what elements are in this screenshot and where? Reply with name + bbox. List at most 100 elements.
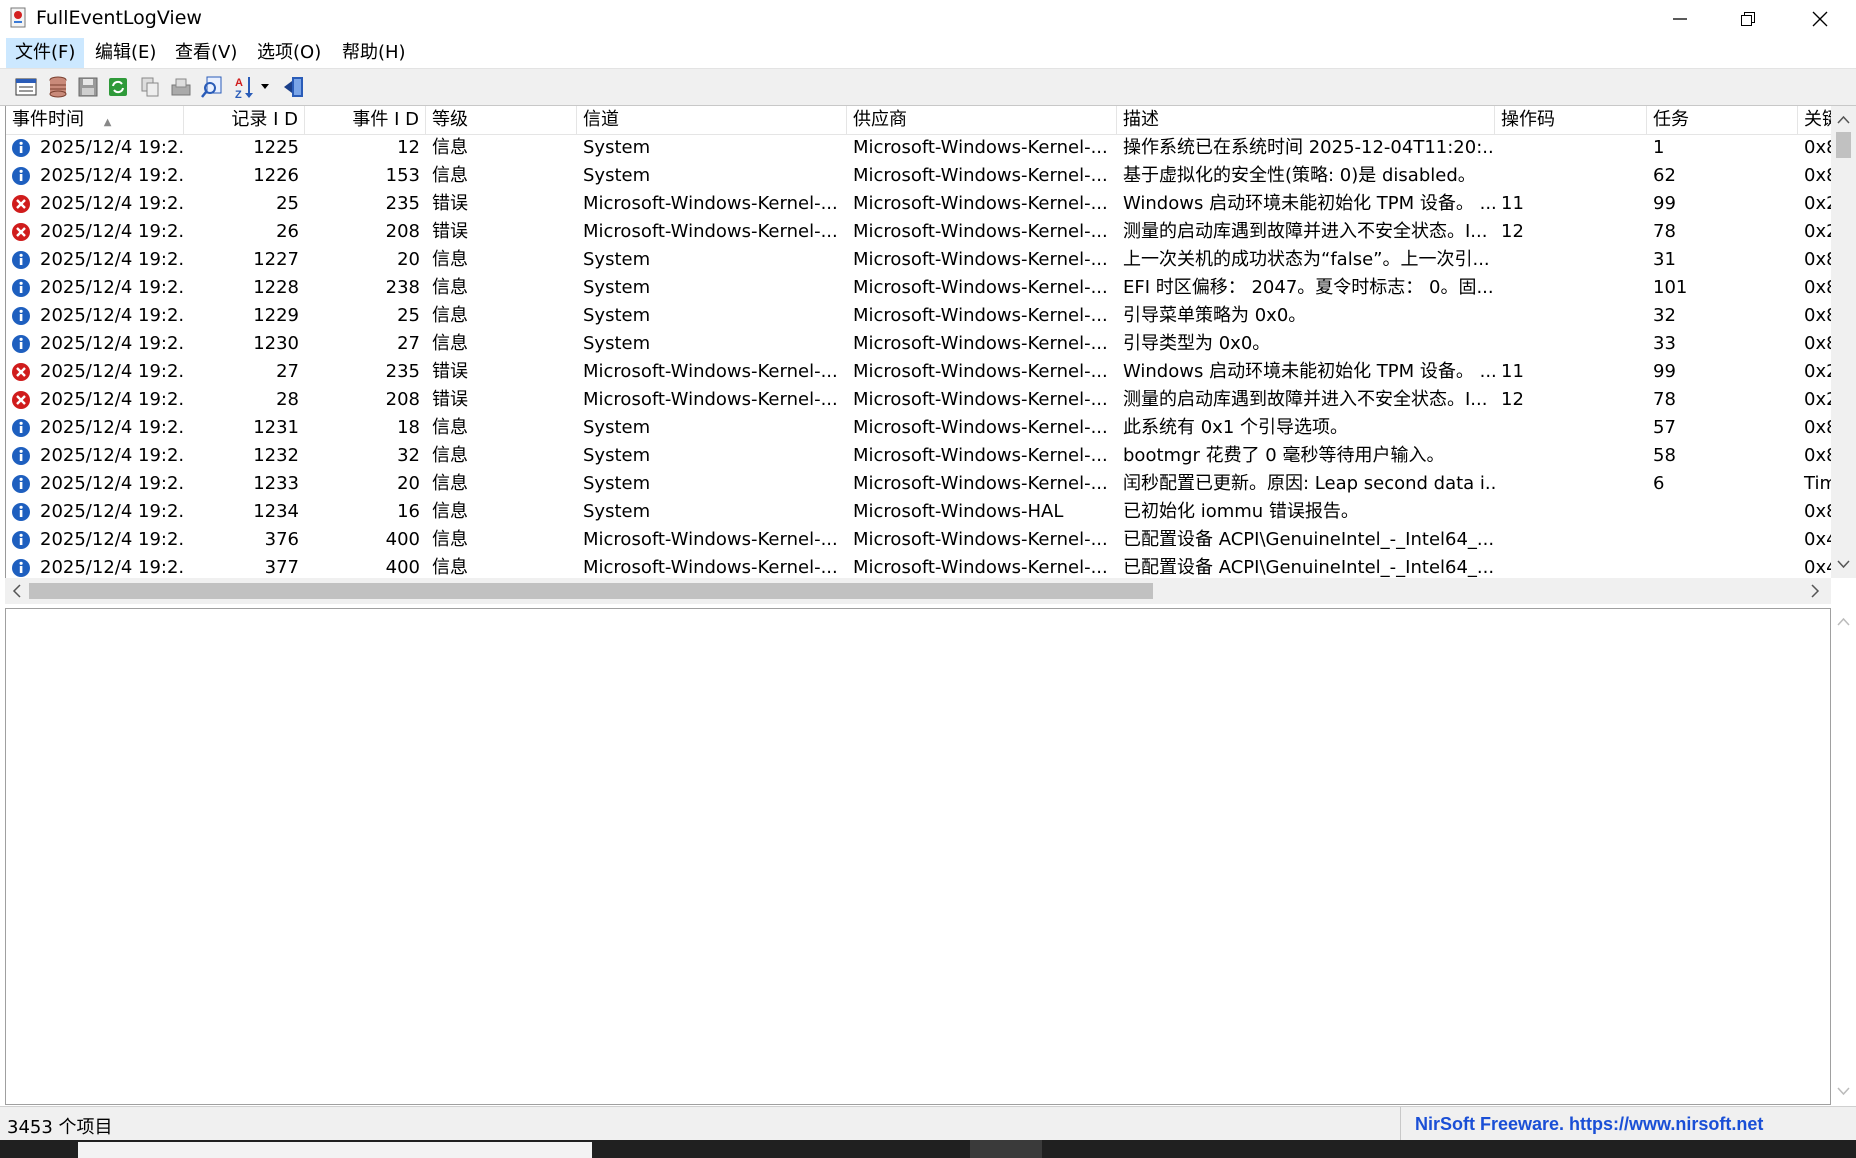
cell-event-id: 20 <box>397 473 420 494</box>
table-row[interactable]: 2025/12/4 19:2... 28 208 错误 Microsoft-Window… <box>6 386 1832 414</box>
save-button[interactable] <box>75 74 101 100</box>
cell-level: 信息 <box>432 445 468 466</box>
cell-channel: System <box>583 249 651 270</box>
cell-description: 此系统有 0x1 个引导选项。 <box>1123 417 1348 438</box>
column-header-level[interactable]: 等级 <box>426 106 577 134</box>
detail-scroll-down-icon[interactable] <box>1831 1081 1856 1101</box>
detail-vertical-scrollbar[interactable] <box>1831 608 1856 1105</box>
cell-keywords: 0x8 <box>1804 165 1832 186</box>
cell-channel: System <box>583 333 651 354</box>
table-row[interactable]: 2025/12/4 19:2... 1230 27 信息 System Microsoft… <box>6 330 1832 358</box>
table-row[interactable]: 2025/12/4 19:2... 1231 18 信息 System Microsoft… <box>6 414 1832 442</box>
event-detail-pane[interactable] <box>5 608 1831 1105</box>
cell-task: 1 <box>1653 137 1665 158</box>
table-row[interactable]: 2025/12/4 19:2... 1228 238 信息 System Microsof… <box>6 274 1832 302</box>
cell-event-id: 20 <box>397 249 420 270</box>
column-header-provider[interactable]: 供应商 <box>847 106 1117 134</box>
table-row[interactable]: 2025/12/4 19:2... 1229 25 信息 System Microsoft… <box>6 302 1832 330</box>
restore-button[interactable] <box>1714 0 1782 38</box>
data-source-button[interactable] <box>45 74 71 100</box>
menu-edit[interactable]: 编辑(E) <box>86 38 165 68</box>
list-vertical-scrollbar[interactable] <box>1831 106 1856 578</box>
table-row[interactable]: 2025/12/4 19:2... 1225 12 信息 System Microsoft… <box>6 134 1832 162</box>
cell-task: 6 <box>1653 473 1665 494</box>
menu-help[interactable]: 帮助(H) <box>333 38 415 68</box>
list-horizontal-scrollbar[interactable] <box>5 578 1831 604</box>
column-header-keywords[interactable]: 关键 <box>1798 106 1832 134</box>
menu-file[interactable]: 文件(F) <box>6 38 85 68</box>
cell-provider: Microsoft-Windows-Kernel-... <box>853 277 1108 298</box>
column-label-event-time: 事件时间 <box>12 109 84 130</box>
export-button[interactable] <box>168 74 194 100</box>
column-header-event-time[interactable]: 事件时间 ▲ <box>6 106 184 134</box>
table-row[interactable]: 2025/12/4 19:2... 1226 153 信息 System Microsof… <box>6 162 1832 190</box>
table-row[interactable]: 2025/12/4 19:2... 1227 20 信息 System Microsoft… <box>6 246 1832 274</box>
table-row[interactable]: 2025/12/4 19:2... 27 235 错误 Microsoft-Window… <box>6 358 1832 386</box>
cell-record-id: 1233 <box>253 473 299 494</box>
cell-time: 2025/12/4 19:2... <box>40 333 184 354</box>
cell-provider: Microsoft-Windows-Kernel-... <box>853 249 1108 270</box>
column-header-record-id[interactable]: 记录 I D <box>184 106 305 134</box>
cell-channel: System <box>583 277 651 298</box>
cell-task: 78 <box>1653 389 1676 410</box>
table-row[interactable]: 2025/12/4 19:2... 1234 16 信息 System Microsoft… <box>6 498 1832 526</box>
refresh-button[interactable] <box>105 74 131 100</box>
properties-button[interactable] <box>13 74 39 100</box>
sort-button[interactable]: AZ <box>232 74 276 100</box>
cell-opcode <box>1495 414 1647 442</box>
detail-scroll-up-icon[interactable] <box>1831 612 1856 632</box>
exit-button[interactable] <box>281 74 307 100</box>
cell-time: 2025/12/4 19:2... <box>40 361 184 382</box>
cell-level: 错误 <box>432 221 468 242</box>
scroll-up-icon[interactable] <box>1831 110 1856 130</box>
cell-opcode: 11 <box>1501 193 1524 214</box>
scroll-down-icon[interactable] <box>1831 554 1856 574</box>
column-header-event-id[interactable]: 事件 I D <box>305 106 426 134</box>
cell-task <box>1647 554 1798 578</box>
cell-keywords: 0x8 <box>1804 137 1832 158</box>
find-button[interactable] <box>199 74 225 100</box>
menu-options[interactable]: 选项(O) <box>248 38 330 68</box>
cell-event-id: 32 <box>397 445 420 466</box>
table-row[interactable]: 2025/12/4 19:2... 1233 20 信息 System Microsoft… <box>6 470 1832 498</box>
event-list[interactable]: 事件时间 ▲ 记录 I D 事件 I D 等级 信道 供应商 描述 操作码 任务… <box>5 106 1832 578</box>
cell-provider: Microsoft-Windows-Kernel-... <box>853 333 1108 354</box>
column-header-task[interactable]: 任务 <box>1647 106 1798 134</box>
scroll-left-icon[interactable] <box>7 578 27 604</box>
cell-opcode <box>1495 442 1647 470</box>
menu-view[interactable]: 查看(V) <box>166 38 246 68</box>
cell-time: 2025/12/4 19:2... <box>40 277 184 298</box>
copy-button[interactable] <box>137 74 163 100</box>
cell-record-id: 1229 <box>253 305 299 326</box>
cell-level: 信息 <box>432 529 468 550</box>
table-row[interactable]: 2025/12/4 19:2... 376 400 信息 Microsoft-Windo… <box>6 526 1832 554</box>
nirsoft-link[interactable]: NirSoft Freeware. https://www.nirsoft.ne… <box>1400 1107 1856 1141</box>
cell-record-id: 1225 <box>253 137 299 158</box>
taskbar-search-box[interactable] <box>78 1142 592 1158</box>
close-button[interactable] <box>1786 0 1854 38</box>
cell-level: 信息 <box>432 501 468 522</box>
list-horizontal-scroll-thumb[interactable] <box>29 583 1153 599</box>
cell-opcode: 12 <box>1501 221 1524 242</box>
taskbar-active-app[interactable] <box>970 1140 1042 1158</box>
table-row[interactable]: 2025/12/4 19:2... 377 400 信息 Microsoft-Windo… <box>6 554 1832 578</box>
scroll-right-icon[interactable] <box>1805 578 1825 604</box>
minimize-button[interactable] <box>1646 0 1714 38</box>
cell-time: 2025/12/4 19:2... <box>40 193 184 214</box>
cell-provider: Microsoft-Windows-Kernel-... <box>853 445 1108 466</box>
column-header-channel[interactable]: 信道 <box>577 106 847 134</box>
cell-task: 62 <box>1653 165 1676 186</box>
cell-level: 信息 <box>432 333 468 354</box>
table-row[interactable]: 2025/12/4 19:2... 26 208 错误 Microsoft-Window… <box>6 218 1832 246</box>
cell-opcode <box>1495 274 1647 302</box>
table-row[interactable]: 2025/12/4 19:2... 25 235 错误 Microsoft-Window… <box>6 190 1832 218</box>
list-vertical-scroll-thumb[interactable] <box>1836 132 1851 158</box>
cell-keywords: 0x4 <box>1804 557 1832 578</box>
column-header-opcode[interactable]: 操作码 <box>1495 106 1647 134</box>
table-row[interactable]: 2025/12/4 19:2... 1232 32 信息 System Microsoft… <box>6 442 1832 470</box>
cell-keywords: 0x8 <box>1804 277 1832 298</box>
cell-keywords: 0x8 <box>1804 305 1832 326</box>
cell-task: 57 <box>1653 417 1676 438</box>
column-header-description[interactable]: 描述 <box>1117 106 1495 134</box>
cell-time: 2025/12/4 19:2... <box>40 501 184 522</box>
